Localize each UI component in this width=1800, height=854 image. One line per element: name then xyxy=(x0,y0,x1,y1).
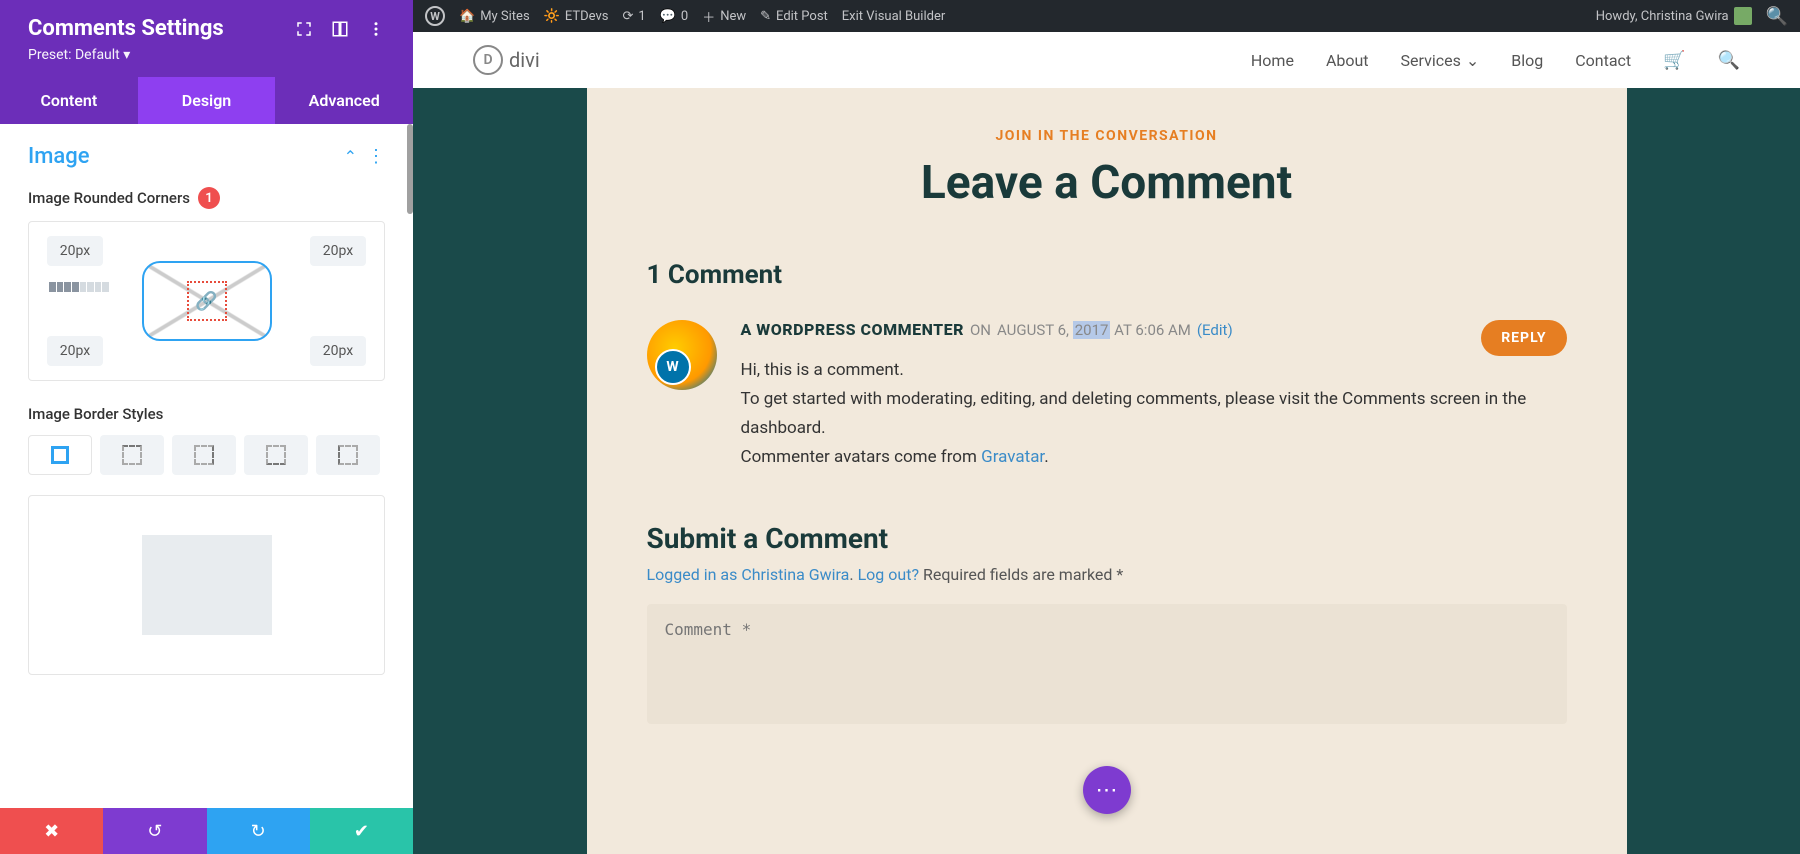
corner-top-right-input[interactable]: 20px xyxy=(310,236,366,266)
nav-about[interactable]: About xyxy=(1326,51,1369,70)
border-preview xyxy=(28,495,385,675)
corner-top-left-input[interactable]: 20px xyxy=(47,236,103,266)
avatar-icon xyxy=(1734,7,1752,25)
edit-comment-link[interactable]: (Edit) xyxy=(1197,321,1233,339)
comment-line-3a: Commenter avatars come from xyxy=(741,447,982,467)
collapse-icon[interactable]: ⌃ xyxy=(344,147,357,166)
comment-count: 1 Comment xyxy=(647,260,1567,290)
comment-line-1: Hi, this is a comment. xyxy=(741,356,1567,385)
corner-bottom-left-input[interactable]: 20px xyxy=(47,336,103,366)
border-style-left[interactable] xyxy=(316,435,380,475)
section-image-title[interactable]: Image xyxy=(28,144,90,169)
sidebar-title: Comments Settings xyxy=(28,16,224,41)
save-button[interactable]: ✔ xyxy=(310,808,413,854)
tab-content[interactable]: Content xyxy=(0,77,138,124)
admin-search-icon[interactable]: 🔍 xyxy=(1766,6,1788,27)
comments-link[interactable]: 💬 0 xyxy=(660,9,689,24)
nav-services[interactable]: Services ⌄ xyxy=(1401,51,1480,70)
nav-blog[interactable]: Blog xyxy=(1511,51,1543,70)
chevron-down-icon: ⌄ xyxy=(1466,51,1479,70)
border-style-bottom[interactable] xyxy=(244,435,308,475)
search-icon[interactable]: 🔍 xyxy=(1718,50,1740,71)
border-style-all[interactable] xyxy=(28,435,92,475)
required-text: Required fields are marked * xyxy=(919,565,1123,584)
meta-date-post: AT 6:06 AM xyxy=(1110,321,1190,339)
my-sites-link[interactable]: 🏠 My Sites xyxy=(459,9,530,24)
submit-comment-title: Submit a Comment xyxy=(647,522,1567,555)
border-style-right[interactable] xyxy=(172,435,236,475)
comment-item: W A WORDPRESS COMMENTER ON AUGUST 6, 201… xyxy=(647,320,1567,472)
nav-home[interactable]: Home xyxy=(1251,51,1294,70)
field-rounded-corners-label: Image Rounded Corners xyxy=(28,189,190,207)
gravatar-link[interactable]: Gravatar xyxy=(981,447,1044,467)
meta-year-highlight: 2017 xyxy=(1073,321,1111,339)
border-style-top[interactable] xyxy=(100,435,164,475)
join-conversation-label: JOIN IN THE CONVERSATION xyxy=(647,128,1567,144)
undo-button[interactable]: ↺ xyxy=(103,808,206,854)
wp-logo-icon[interactable]: W xyxy=(425,6,445,26)
corner-preview: 🔗 xyxy=(142,261,272,341)
comment-textarea[interactable] xyxy=(647,604,1567,724)
step-badge: 1 xyxy=(198,187,220,209)
preset-dropdown[interactable]: Preset: Default ▾ xyxy=(28,47,385,63)
meta-date-pre: AUGUST 6, xyxy=(997,321,1073,339)
expand-icon[interactable] xyxy=(295,20,313,38)
kebab-icon[interactable] xyxy=(367,20,385,38)
wp-admin-bar: W 🏠 My Sites 🔆 ETDevs ⟳ 1 💬 0 ＋ New ✎ Ed… xyxy=(413,0,1800,32)
rounded-corners-control: 20px 20px 20px 20px 🔗 xyxy=(28,221,385,381)
logged-in-link[interactable]: Logged in as Christina Gwira xyxy=(647,565,850,584)
scrollbar[interactable] xyxy=(407,124,413,214)
commenter-name[interactable]: A WORDPRESS COMMENTER xyxy=(741,320,964,339)
settings-sidebar: Comments Settings Preset: Default ▾ Cont… xyxy=(0,0,413,854)
logout-link[interactable]: Log out? xyxy=(858,565,919,584)
edit-post-link[interactable]: ✎ Edit Post xyxy=(760,9,828,24)
tab-advanced[interactable]: Advanced xyxy=(275,77,413,124)
new-link[interactable]: ＋ New xyxy=(702,7,746,26)
meta-on: ON xyxy=(970,321,991,339)
site-link[interactable]: 🔆 ETDevs xyxy=(544,9,609,24)
howdy-user[interactable]: Howdy, Christina Gwira xyxy=(1596,7,1752,25)
section-kebab-icon[interactable]: ⋮ xyxy=(367,146,385,167)
exit-builder-link[interactable]: Exit Visual Builder xyxy=(842,9,945,24)
columns-icon[interactable] xyxy=(331,20,349,38)
reply-button[interactable]: REPLY xyxy=(1481,320,1566,356)
link-icon: 🔗 xyxy=(195,291,217,312)
discard-button[interactable]: ✖ xyxy=(0,808,103,854)
cart-icon[interactable]: 🛒 xyxy=(1663,50,1685,71)
tab-design[interactable]: Design xyxy=(138,77,276,124)
updates-link[interactable]: ⟳ 1 xyxy=(622,9,645,24)
corner-bottom-right-input[interactable]: 20px xyxy=(310,336,366,366)
site-logo[interactable]: Ddivi xyxy=(473,45,540,75)
page-title: Leave a Comment xyxy=(647,156,1567,210)
unit-slider[interactable] xyxy=(49,282,109,292)
builder-fab-button[interactable]: ⋯ xyxy=(1083,766,1131,814)
nav-contact[interactable]: Contact xyxy=(1575,51,1631,70)
field-border-styles-label: Image Border Styles xyxy=(28,405,163,423)
redo-button[interactable]: ↻ xyxy=(207,808,310,854)
comment-line-2: To get started with moderating, editing,… xyxy=(741,385,1567,443)
commenter-avatar: W xyxy=(647,320,717,390)
link-corners-toggle[interactable]: 🔗 xyxy=(187,281,227,321)
site-nav: Ddivi Home About Services ⌄ Blog Contact… xyxy=(413,32,1800,88)
